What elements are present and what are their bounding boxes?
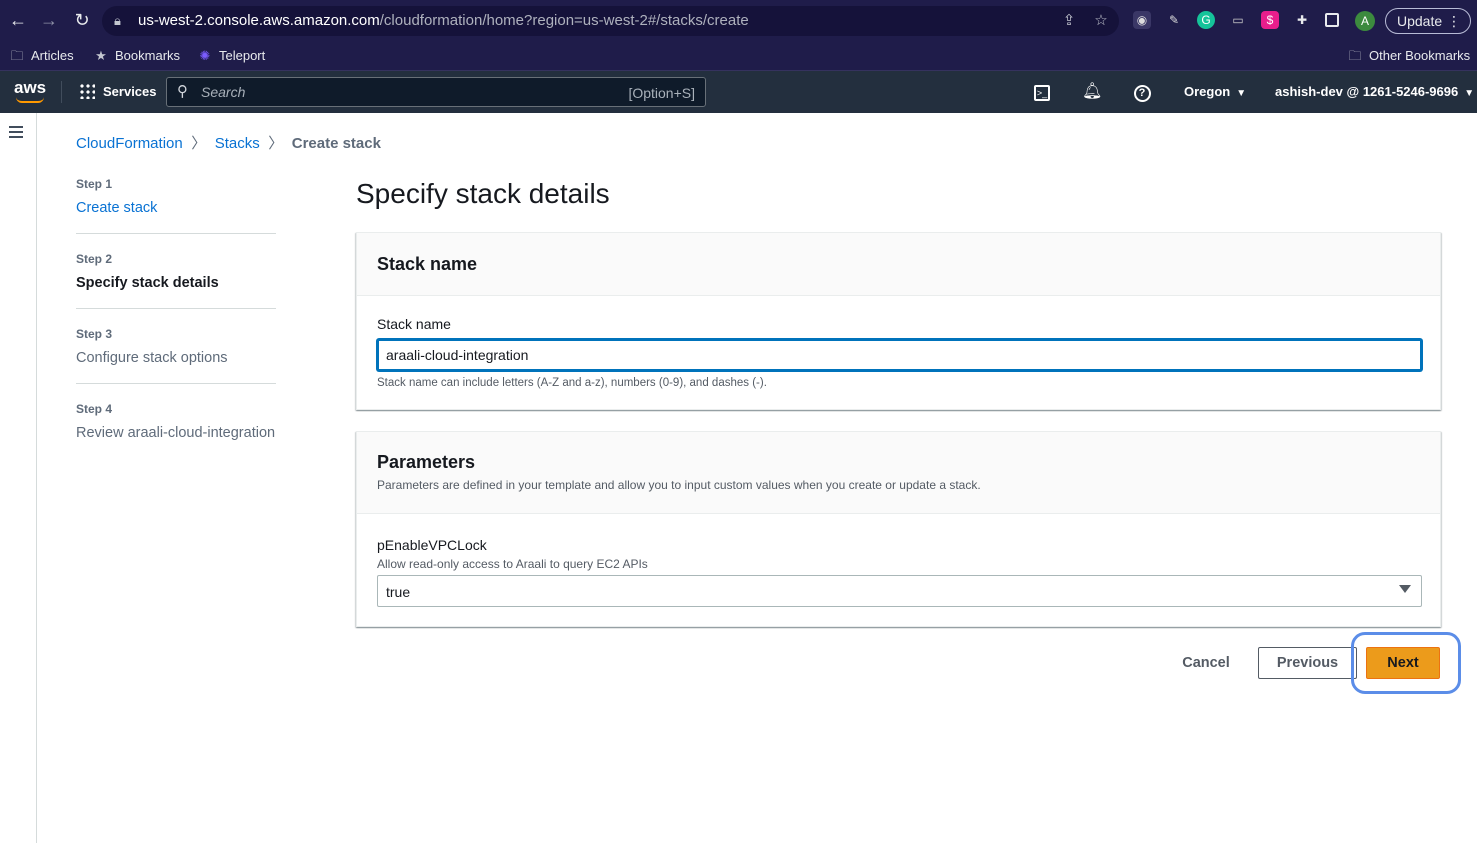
services-menu[interactable]: Services — [79, 82, 157, 102]
bookmark-label: Teleport — [219, 48, 266, 63]
address-bar[interactable]: 🔒︎ us-west-2.console.aws.amazon.com/clou… — [102, 6, 1119, 36]
cancel-button[interactable]: Cancel — [1170, 647, 1242, 679]
caret-down-icon: ▼ — [1236, 88, 1247, 99]
bookmarks-bar: 🗀 Articles ★ Bookmarks ✺ Teleport 🗀 Other Bo… — [0, 42, 1477, 71]
step-title: Review araali-cloud-integration — [76, 425, 276, 441]
step-divider — [76, 308, 276, 309]
services-label: Services — [103, 84, 157, 99]
breadcrumb-stacks[interactable]: Stacks — [215, 135, 260, 152]
wizard-step-1: Step 1 Create stack — [76, 176, 276, 218]
aws-smile-icon — [16, 97, 44, 103]
grid-icon — [79, 83, 95, 99]
step-title: Configure stack options — [76, 350, 228, 366]
panel-title: Stack name — [377, 254, 478, 274]
previous-button[interactable]: Previous — [1258, 647, 1357, 679]
stack-name-label: Stack name — [377, 316, 451, 332]
folder-icon: 🗀 — [10, 48, 24, 63]
teleport-icon: ✺ — [199, 48, 211, 63]
chevron-right-icon: 〉 — [268, 135, 284, 152]
next-button[interactable]: Next — [1366, 647, 1440, 679]
folder-icon: 🗀 — [1348, 48, 1362, 63]
aws-logo[interactable]: aws — [14, 79, 46, 103]
address-text[interactable]: us-west-2.console.aws.amazon.com/cloudfo… — [138, 12, 749, 30]
browser-toolbar: ← → ↻ 🔒︎ us-west-2.console.aws.amazon.co… — [0, 0, 1477, 42]
page-title: Specify stack details — [356, 178, 610, 209]
bookmark-label: Articles — [31, 48, 74, 63]
panel-description: Parameters are defined in your template … — [377, 478, 981, 492]
bookmark-star-icon[interactable]: ☆ — [1092, 12, 1110, 30]
bookmark-label: Bookmarks — [115, 48, 181, 63]
bookmark-teleport[interactable]: ✺ Teleport — [197, 46, 266, 66]
stack-name-panel: Stack name Stack name Stack name can inc… — [356, 232, 1441, 410]
region-selector[interactable]: Oregon ▼ — [1184, 82, 1246, 102]
search-icon: ⚲ — [177, 83, 188, 100]
pen-extension-icon[interactable]: ✎ — [1165, 11, 1183, 29]
step-title-current: Specify stack details — [76, 275, 219, 291]
step-number: Step 4 — [76, 402, 113, 416]
forward-arrow-icon[interactable]: → — [38, 9, 60, 31]
account-menu[interactable]: ashish-dev @ 1261-5246-9696 ▼ — [1275, 82, 1474, 102]
wizard-step-4: Step 4 Review araali-cloud-integration — [76, 401, 276, 443]
breadcrumb-current: Create stack — [291, 135, 381, 152]
update-label: Update — [1397, 13, 1443, 29]
profile-avatar[interactable]: A — [1355, 11, 1375, 31]
parameters-panel: Parameters Parameters are defined in you… — [356, 431, 1441, 627]
lock-icon: 🔒︎ — [114, 13, 121, 28]
region-label: Oregon — [1184, 84, 1231, 99]
aws-console-header: aws Services ⚲ [Option+S] >_ 🔔︎ ? Oregon… — [0, 71, 1477, 113]
step-divider — [76, 383, 276, 384]
help-icon[interactable]: ? — [1132, 82, 1152, 102]
wizard-step-3: Step 3 Configure stack options — [76, 326, 276, 368]
step-number: Step 3 — [76, 327, 113, 341]
parameter-select[interactable]: true — [377, 575, 1422, 607]
reload-icon[interactable]: ↻ — [71, 9, 93, 31]
hamburger-menu-icon[interactable] — [9, 126, 23, 138]
select-value: true — [386, 584, 411, 600]
bookmark-label: Other Bookmarks — [1369, 48, 1471, 63]
panel-header: Parameters Parameters are defined in you… — [357, 432, 1440, 514]
notifications-bell-icon[interactable]: 🔔︎ — [1082, 82, 1102, 102]
bookmark-bookmarks[interactable]: ★ Bookmarks — [93, 46, 180, 66]
pink-extension-icon[interactable]: $ — [1261, 11, 1279, 29]
account-label: ashish-dev @ 1261-5246-9696 — [1275, 84, 1459, 99]
stack-name-input[interactable] — [377, 339, 1422, 371]
breadcrumb: CloudFormation 〉 Stacks 〉 Create stack — [76, 134, 381, 154]
breadcrumb-cloudformation[interactable]: CloudFormation — [76, 135, 183, 152]
bookmark-articles[interactable]: 🗀 Articles — [9, 46, 74, 66]
step-number: Step 1 — [76, 177, 113, 191]
side-navigation-rail — [0, 113, 37, 843]
search-input[interactable] — [201, 82, 601, 102]
bookmark-other[interactable]: 🗀 Other Bookmarks — [1347, 46, 1470, 66]
header-divider — [61, 81, 62, 103]
star-icon: ★ — [95, 48, 107, 63]
step-number: Step 2 — [76, 252, 113, 266]
step-divider — [76, 233, 276, 234]
step-link-create-stack[interactable]: Create stack — [76, 198, 276, 218]
extension-icon[interactable]: ◉ — [1133, 11, 1151, 29]
search-box[interactable]: ⚲ [Option+S] — [166, 77, 706, 107]
parameter-description: Allow read-only access to Araali to quer… — [377, 557, 648, 571]
share-icon[interactable]: ⇪ — [1060, 12, 1078, 30]
cloudshell-icon[interactable]: >_ — [1032, 82, 1052, 102]
panel-title: Parameters — [377, 452, 476, 472]
grammarly-icon[interactable]: G — [1197, 11, 1215, 29]
chevron-right-icon: 〉 — [191, 135, 207, 152]
parameter-label: pEnableVPCLock — [377, 537, 487, 553]
search-shortcut: [Option+S] — [628, 85, 695, 101]
puzzle-extensions-icon[interactable]: ✚ — [1293, 11, 1311, 29]
back-arrow-icon[interactable]: ← — [7, 9, 29, 31]
side-panel-icon[interactable] — [1325, 13, 1339, 27]
caret-down-icon — [1399, 585, 1411, 593]
panel-header: Stack name — [357, 233, 1440, 296]
update-button[interactable]: Update ⋮ — [1385, 8, 1471, 34]
chat-extension-icon[interactable]: ▭ — [1229, 11, 1247, 29]
menu-dots-icon: ⋮ — [1447, 13, 1461, 29]
wizard-step-2: Step 2 Specify stack details — [76, 251, 276, 293]
caret-down-icon: ▼ — [1464, 88, 1475, 99]
stack-name-hint: Stack name can include letters (A-Z and … — [377, 377, 767, 389]
